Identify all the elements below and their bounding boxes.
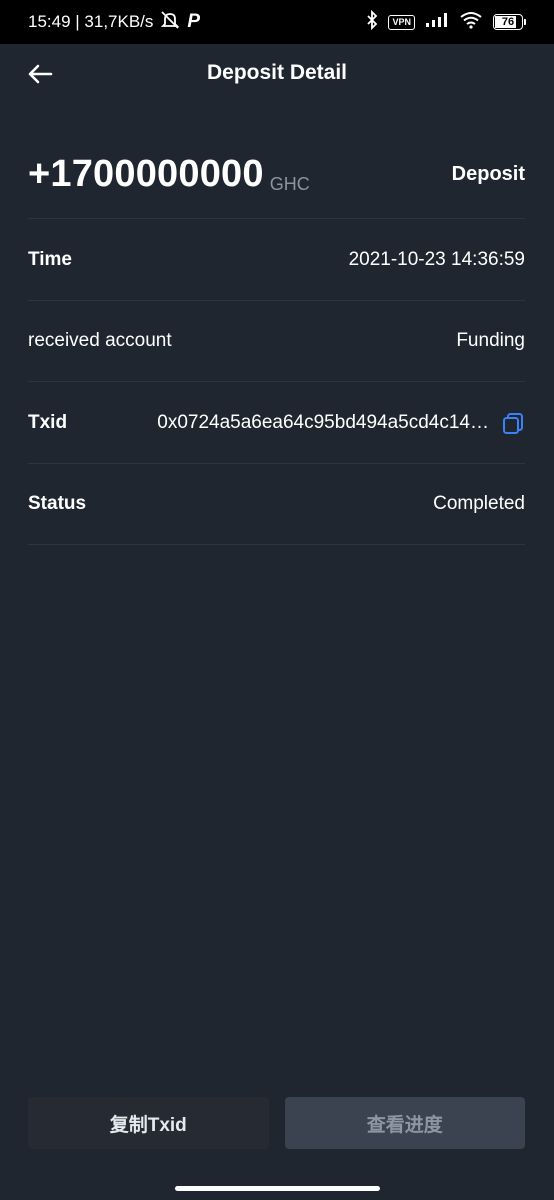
battery-level-text: 76 <box>501 16 515 28</box>
vpn-badge: VPN <box>388 14 415 30</box>
signal-icon <box>425 12 449 33</box>
detail-row-txid: Txid 0x0724a5a6ea64c95bd494a5cd4c14… <box>28 382 525 464</box>
view-progress-button[interactable]: 查看进度 <box>284 1097 525 1149</box>
detail-row-account: received account Funding <box>28 300 525 382</box>
transaction-type: Deposit <box>451 162 525 185</box>
copy-txid-button[interactable]: 复制Txid <box>28 1097 269 1149</box>
deposit-amount: +1700000000 <box>28 152 264 195</box>
account-label: received account <box>28 329 172 351</box>
copy-icon[interactable] <box>501 411 525 435</box>
app-p-icon: P <box>187 11 201 32</box>
status-time-speed: 15:49 | 31,7KB/s <box>28 12 154 31</box>
battery-icon: 76 <box>493 14 526 30</box>
time-label: Time <box>28 248 73 270</box>
account-value: Funding <box>456 329 525 351</box>
detail-row-status: Status Completed <box>28 463 525 545</box>
status-value: Completed <box>433 492 525 514</box>
status-bar: 15:49 | 31,7KB/s P VPN 76 <box>0 0 554 44</box>
time-value: 2021-10-23 14:36:59 <box>348 248 525 270</box>
home-indicator[interactable] <box>175 1186 380 1191</box>
amount-group: +1700000000 GHC <box>28 153 310 196</box>
arrow-left-icon <box>28 64 53 84</box>
mute-bell-icon <box>159 10 181 35</box>
detail-row-time: Time 2021-10-23 14:36:59 <box>28 219 525 301</box>
txid-value[interactable]: 0x0724a5a6ea64c95bd494a5cd4c14… <box>157 412 489 434</box>
status-left: 15:49 | 31,7KB/s P <box>28 10 200 35</box>
currency-code: GHC <box>269 173 310 194</box>
status-label: Status <box>28 492 87 514</box>
deposit-summary: +1700000000 GHC Deposit <box>28 130 525 219</box>
txid-value-group: 0x0724a5a6ea64c95bd494a5cd4c14… <box>157 411 525 435</box>
status-right: VPN 76 <box>366 9 526 35</box>
back-button[interactable] <box>24 58 56 90</box>
bluetooth-icon <box>366 9 378 35</box>
top-nav: Deposit Detail <box>0 44 554 102</box>
page-title: Deposit Detail <box>206 61 348 84</box>
action-bar: 复制Txid 查看进度 <box>28 1097 525 1149</box>
wifi-icon <box>459 11 483 34</box>
txid-label: Txid <box>28 411 68 433</box>
